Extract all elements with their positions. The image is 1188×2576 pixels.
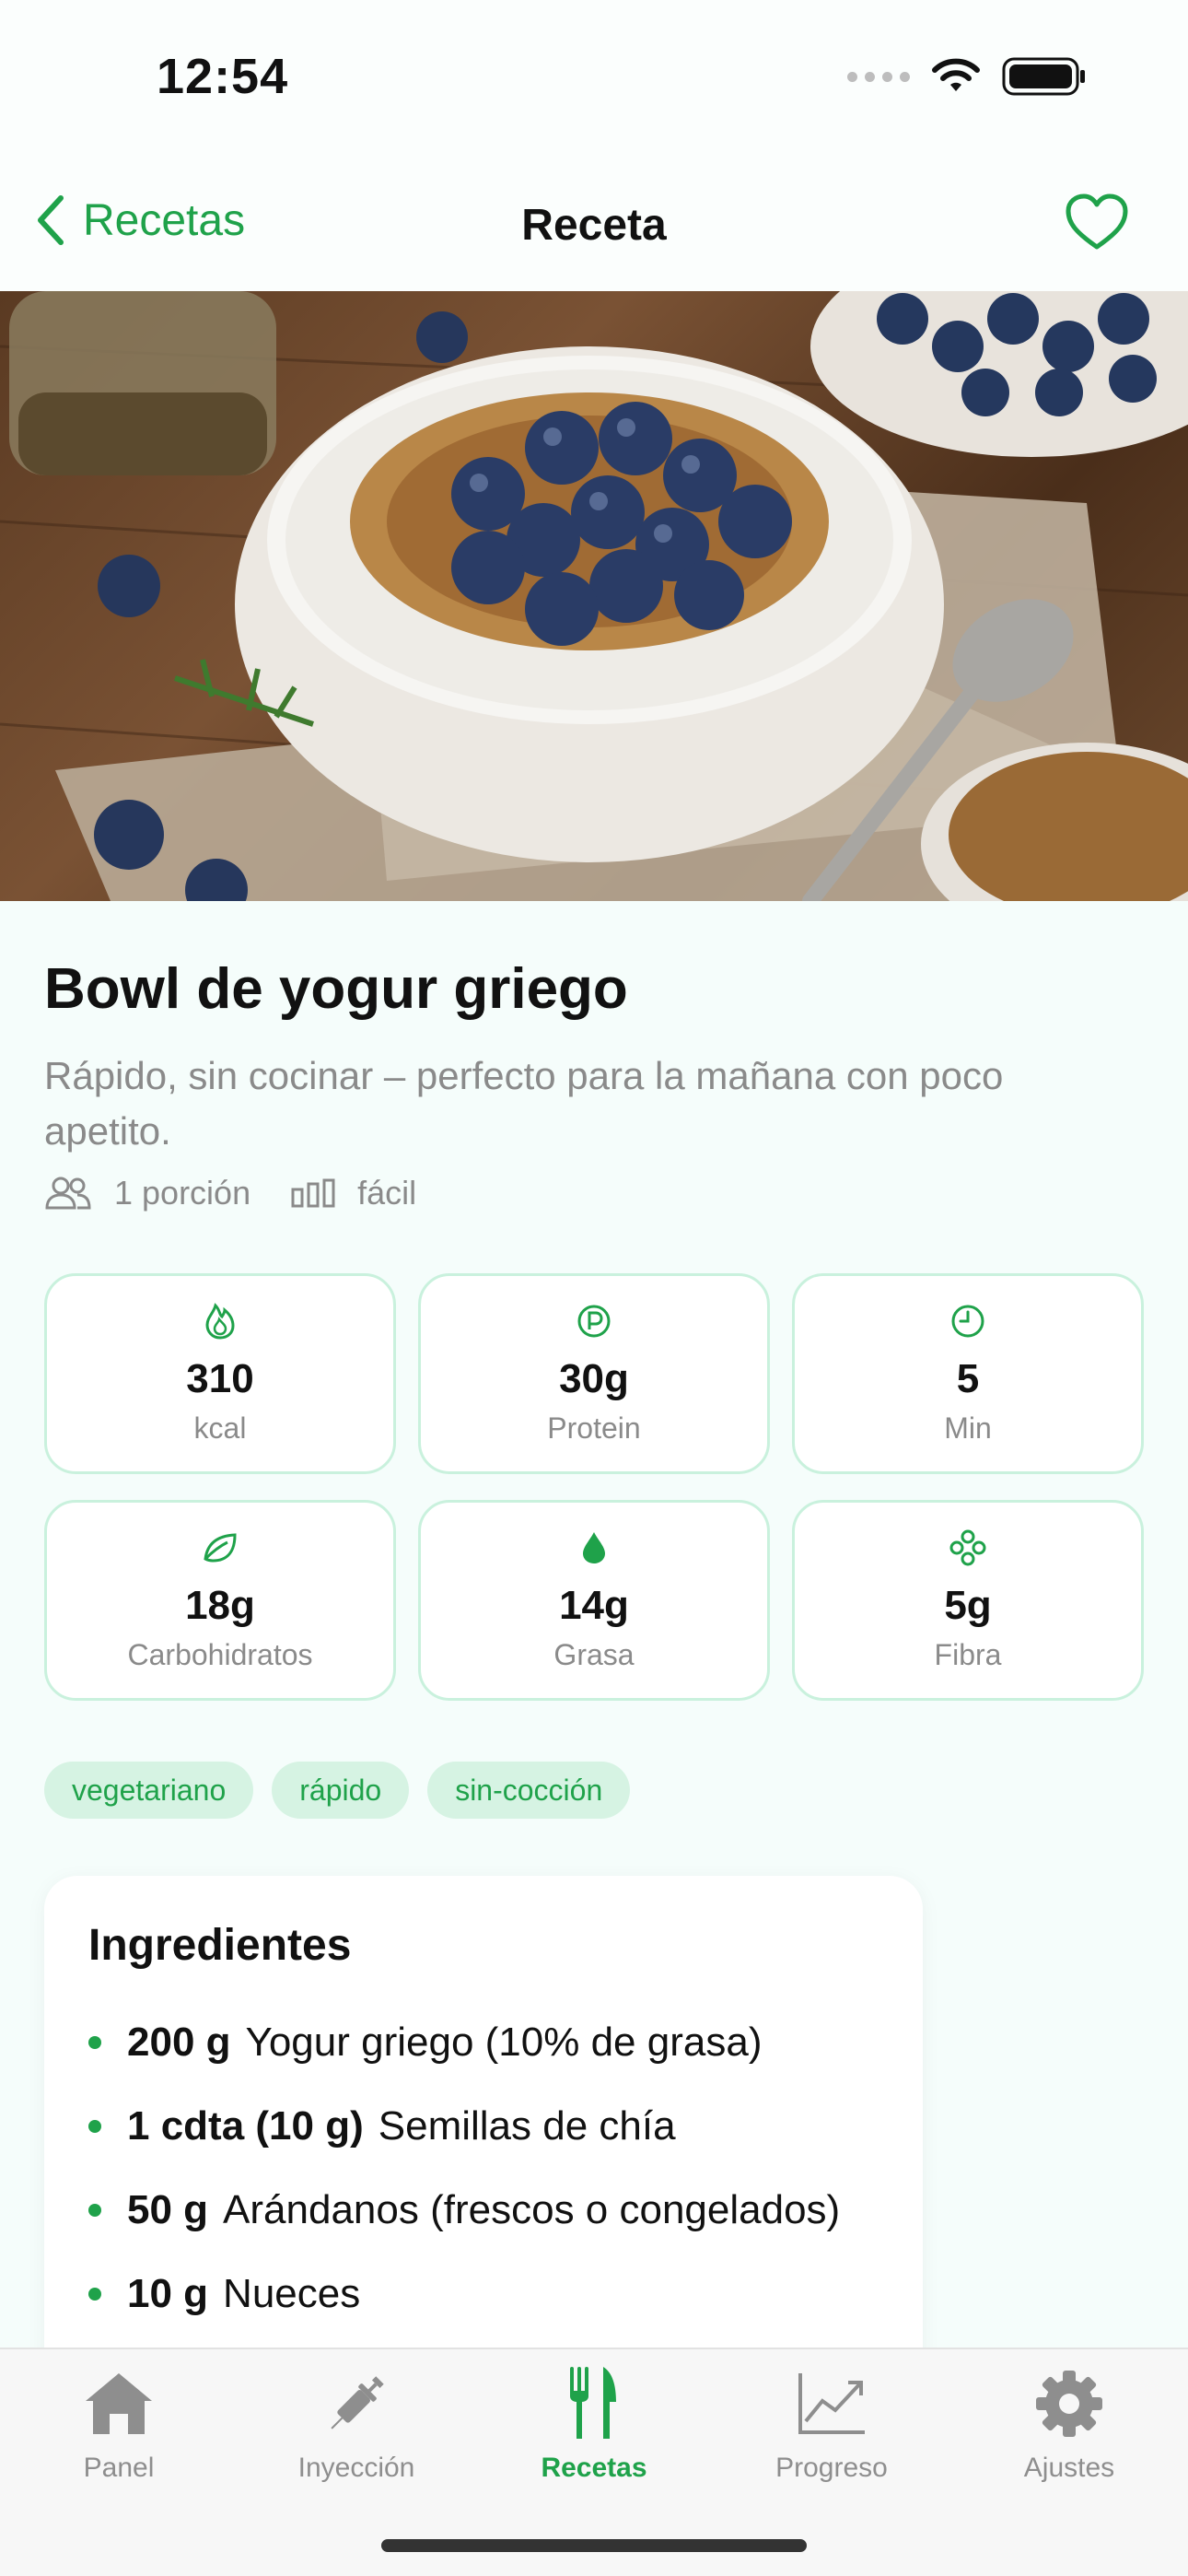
stat-fat: 14g Grasa: [418, 1500, 770, 1701]
status-icons: [847, 57, 1087, 96]
servings-text: 1 porción: [114, 1174, 251, 1212]
ingredient-quantity: 50 g: [127, 2186, 209, 2232]
fiber-icon: [949, 1529, 986, 1565]
stat-value: 310: [186, 1355, 254, 1401]
protein-icon: [577, 1305, 611, 1337]
difficulty-meta: fácil: [291, 1174, 416, 1212]
stat-value: 18g: [185, 1582, 255, 1628]
stat-label: Carbohidratos: [127, 1637, 313, 1671]
servings-meta: 1 porción: [44, 1174, 250, 1212]
stat-value: 5: [956, 1355, 980, 1401]
ingredient-item: 1 cdta (10 g) Semillas de chía: [88, 2084, 879, 2168]
tag-quick[interactable]: rápido: [272, 1762, 410, 1819]
status-bar: 12:54: [0, 0, 1188, 166]
stat-value: 14g: [559, 1582, 629, 1628]
chart-icon: [798, 2373, 865, 2434]
tab-settings[interactable]: Ajustes: [950, 2362, 1188, 2500]
recipe-meta: 1 porción fácil: [44, 1174, 437, 1212]
bullet-icon: [88, 2035, 101, 2049]
ingredient-item: 200 g Yogur griego (10% de grasa): [88, 2000, 879, 2084]
recipe-hero-image: [0, 291, 1188, 901]
tab-injection[interactable]: Inyección: [238, 2362, 475, 2500]
stat-label: kcal: [193, 1411, 247, 1445]
ingredients-title: Ingredientes: [88, 1921, 352, 1970]
stat-label: Grasa: [553, 1637, 635, 1671]
gear-icon: [1036, 2371, 1102, 2437]
ingredient-name: Nueces: [223, 2270, 361, 2316]
stat-value: 5g: [944, 1582, 992, 1628]
ingredient-item: 10 g Nueces: [88, 2252, 879, 2336]
navigation-bar: Recetas Receta: [0, 166, 1188, 291]
stat-label: Fibra: [934, 1637, 1002, 1671]
stat-time: 5 Min: [792, 1273, 1144, 1474]
home-indicator[interactable]: [381, 2539, 807, 2552]
recipe-photo: [0, 291, 1188, 901]
tab-progress[interactable]: Progreso: [713, 2362, 950, 2500]
syringe-icon: [331, 2376, 384, 2430]
tab-label: Panel: [83, 2453, 155, 2483]
favorite-button[interactable]: [1055, 181, 1138, 263]
heart-icon: [1066, 193, 1128, 250]
ingredient-quantity: 10 g: [127, 2270, 209, 2316]
stat-carbs: 18g Carbohidratos: [44, 1500, 396, 1701]
difficulty-bars-icon: [291, 1178, 335, 1208]
tab-label: Ajustes: [1023, 2453, 1115, 2483]
status-time: 12:54: [157, 49, 289, 104]
tag-vegetarian[interactable]: vegetariano: [44, 1762, 254, 1819]
fork-knife-icon: [570, 2367, 616, 2439]
recipe-description: Rápido, sin cocinar – perfecto para la m…: [44, 1054, 1004, 1153]
tab-recipes[interactable]: Recetas: [475, 2362, 713, 2500]
bullet-icon: [88, 2287, 101, 2301]
stat-label: Min: [944, 1411, 992, 1445]
tab-panel[interactable]: Panel: [0, 2362, 238, 2500]
ingredient-quantity: 1 cdta (10 g): [127, 2102, 364, 2149]
people-icon: [45, 1177, 91, 1210]
battery-icon: [1002, 57, 1085, 96]
stat-label: Protein: [547, 1411, 641, 1445]
recipe-title: Bowl de yogur griego: [44, 957, 628, 1021]
stat-fiber: 5g Fibra: [792, 1500, 1144, 1701]
nutrition-stats: 310 kcal 30g Protein 5 Min 18g Carbohidr…: [44, 1273, 1144, 1701]
ingredient-name: Yogur griego (10% de grasa): [245, 2019, 763, 2065]
leaf-icon: [204, 1532, 237, 1563]
ingredients-card: Ingredientes 200 g Yogur griego (10% de …: [44, 1876, 923, 2429]
ingredient-item: 50 g Arándanos (frescos o congelados): [88, 2168, 879, 2252]
ingredient-name: Arándanos (frescos o congelados): [223, 2186, 841, 2232]
difficulty-text: fácil: [357, 1174, 417, 1212]
wifi-icon: [932, 58, 980, 91]
page-title: Receta: [521, 201, 667, 250]
clock-icon: [951, 1305, 984, 1337]
tab-label: Recetas: [541, 2453, 647, 2483]
stat-calories: 310 kcal: [44, 1273, 396, 1474]
flame-icon: [205, 1302, 235, 1340]
tab-label: Inyección: [297, 2453, 415, 2483]
ingredient-name: Semillas de chía: [378, 2102, 676, 2149]
recipe-tags: vegetariano rápido sin-cocción: [44, 1762, 631, 1819]
ingredient-quantity: 200 g: [127, 2019, 231, 2065]
bullet-icon: [88, 2203, 101, 2217]
stat-protein: 30g Protein: [418, 1273, 770, 1474]
house-icon: [86, 2373, 152, 2434]
drop-icon: [583, 1531, 605, 1563]
tag-no-cook[interactable]: sin-cocción: [427, 1762, 631, 1819]
tab-label: Progreso: [775, 2453, 888, 2483]
stat-value: 30g: [559, 1355, 629, 1401]
bullet-icon: [88, 2119, 101, 2133]
cellular-signal-icon: [847, 71, 910, 82]
